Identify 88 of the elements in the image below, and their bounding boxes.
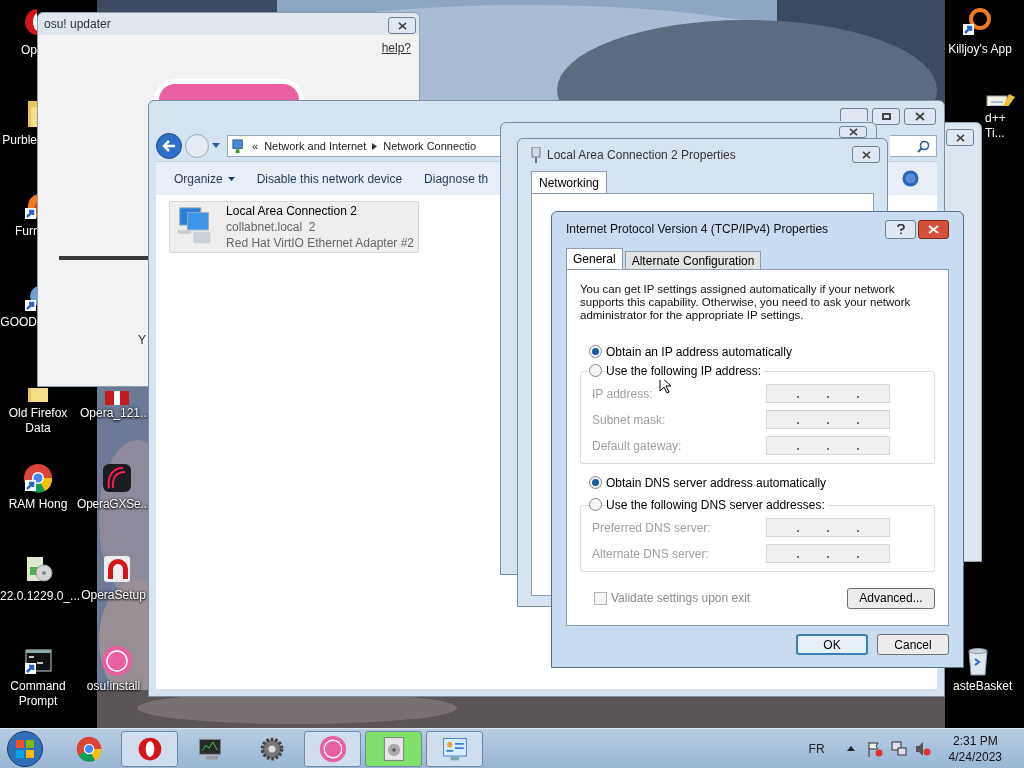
desktop-icon-label[interactable]: RAM Hong [0,497,76,512]
flag-icon[interactable] [866,740,883,757]
window-title: osu! updater [44,16,111,33]
close-icon [955,133,965,142]
close-icon [848,128,858,136]
toolbar-button[interactable]: Organize [174,169,235,188]
field-label: IP address: [592,385,653,403]
chrome-icon[interactable] [22,462,54,494]
round-logo-icon [318,734,347,763]
question-icon [896,223,905,235]
radio-button[interactable] [589,498,602,512]
close-icon [928,224,939,234]
radio-label[interactable]: Obtain DNS server address automatically [606,473,827,492]
taskbar-button[interactable] [121,730,178,767]
field-label: Subnet mask: [592,411,666,429]
connection-tile[interactable]: Local Area Connection 2 collabnet.local 2 Red Hat VirtIO Ethernet Adapter #2 [169,201,419,253]
caret-icon [227,176,235,181]
operagx-icon[interactable] [101,462,133,494]
desktop-icon-label[interactable]: GOOD [0,315,37,330]
dialog-button[interactable]: OK [796,634,868,655]
desktop-icon-label[interactable]: Op [0,43,37,58]
breadcrumb-item[interactable]: Network and Internet [264,137,367,155]
toolbar-button[interactable]: Diagnose th [424,169,489,188]
connection-name: Local Area Connection 2 [226,203,358,219]
radio-button[interactable] [589,476,602,490]
chrome-icon [74,734,103,763]
breadcrumb-item[interactable]: Network Connectio [383,137,477,155]
close-button[interactable] [852,146,880,163]
volume-muted-icon[interactable] [914,740,931,757]
network-icon[interactable] [890,740,907,757]
plug-icon [531,147,541,163]
window-title: Internet Protocol Version 4 (TCP/IPv4) Properties [566,221,829,239]
close-icon [915,112,925,121]
clock-date[interactable]: 4/24/2023 [948,748,1002,765]
toolbar-button[interactable]: Disable this network device [256,169,403,188]
desktop-icon-label[interactable]: Furr [0,224,37,239]
close-icon [861,150,871,159]
maximize-button[interactable] [872,108,900,125]
desktop-icon-label[interactable]: Purble [0,133,37,148]
advanced-button[interactable]: Advanced... [847,587,935,609]
help-button[interactable] [885,219,916,239]
network-icon [231,138,246,154]
network-name: collabnet.local 2 [226,219,317,235]
tab[interactable]: Networking [531,171,608,193]
close-button[interactable] [904,108,936,125]
clock-time[interactable]: 2:31 PM [952,732,998,749]
radio-button[interactable] [589,364,602,378]
window-title: Local Area Connection 2 Properties [547,147,736,164]
opera-setup-icon[interactable] [101,553,133,585]
desktop-icon-label[interactable]: 22.0.1229.0_... [0,589,78,604]
dialog-button[interactable]: Cancel [877,634,949,655]
windows-logo-icon [15,738,35,759]
field-label: Preferred DNS server: [592,519,711,537]
breadcrumb-prefix[interactable]: « [252,137,259,155]
arrow-left-icon [162,140,176,152]
search-field[interactable] [890,135,937,157]
back-button[interactable] [156,133,182,159]
chevron-icon[interactable] [372,142,378,150]
language-indicator[interactable]: FR [808,739,825,758]
field-label: Alternate DNS server: [592,545,709,563]
radio-button[interactable] [589,345,602,359]
tab[interactable]: Alternate Configuration [624,250,762,269]
desktop-icon-label[interactable]: Old Firefox Data [0,406,76,436]
address-bar[interactable]: « Network and Internet Network Connectio [227,135,501,157]
close-button[interactable] [388,17,416,34]
desktop-icon-label[interactable]: d++ Ti... [985,111,1017,141]
close-button[interactable] [918,219,949,239]
help-link[interactable]: help? [381,39,411,57]
adapter-name: Red Hat VirtIO Ethernet Adapter #2 [226,235,414,251]
close-icon [397,21,407,30]
field-label: Default gateway: [592,437,682,455]
round-logo-icon [154,79,304,100]
desktop-icon-label[interactable]: Killjoy's App [936,42,1024,57]
close-button[interactable] [839,126,867,138]
caret-icon[interactable] [212,143,220,149]
start-button[interactable] [7,730,43,767]
desktop-icon-label[interactable]: asteBasket [953,679,1023,694]
tab[interactable]: General [566,247,623,269]
ring-icon[interactable] [960,6,992,38]
help-icon[interactable] [902,170,919,187]
description-text: You can get IP settings assigned automatically if your network supports this capability. Otherwise, you need to ask your network administrator for the appropriate IP settings. [580,282,912,322]
round-logo-icon[interactable] [101,645,133,677]
search-icon [917,139,930,153]
close-button[interactable] [946,129,974,146]
status-text: Y [138,332,146,349]
desktop-icon-label[interactable]: Command Prompt [0,679,76,709]
radio-label[interactable]: Obtain an IP address automatically [606,342,792,361]
chevron-up-icon[interactable] [846,746,855,751]
